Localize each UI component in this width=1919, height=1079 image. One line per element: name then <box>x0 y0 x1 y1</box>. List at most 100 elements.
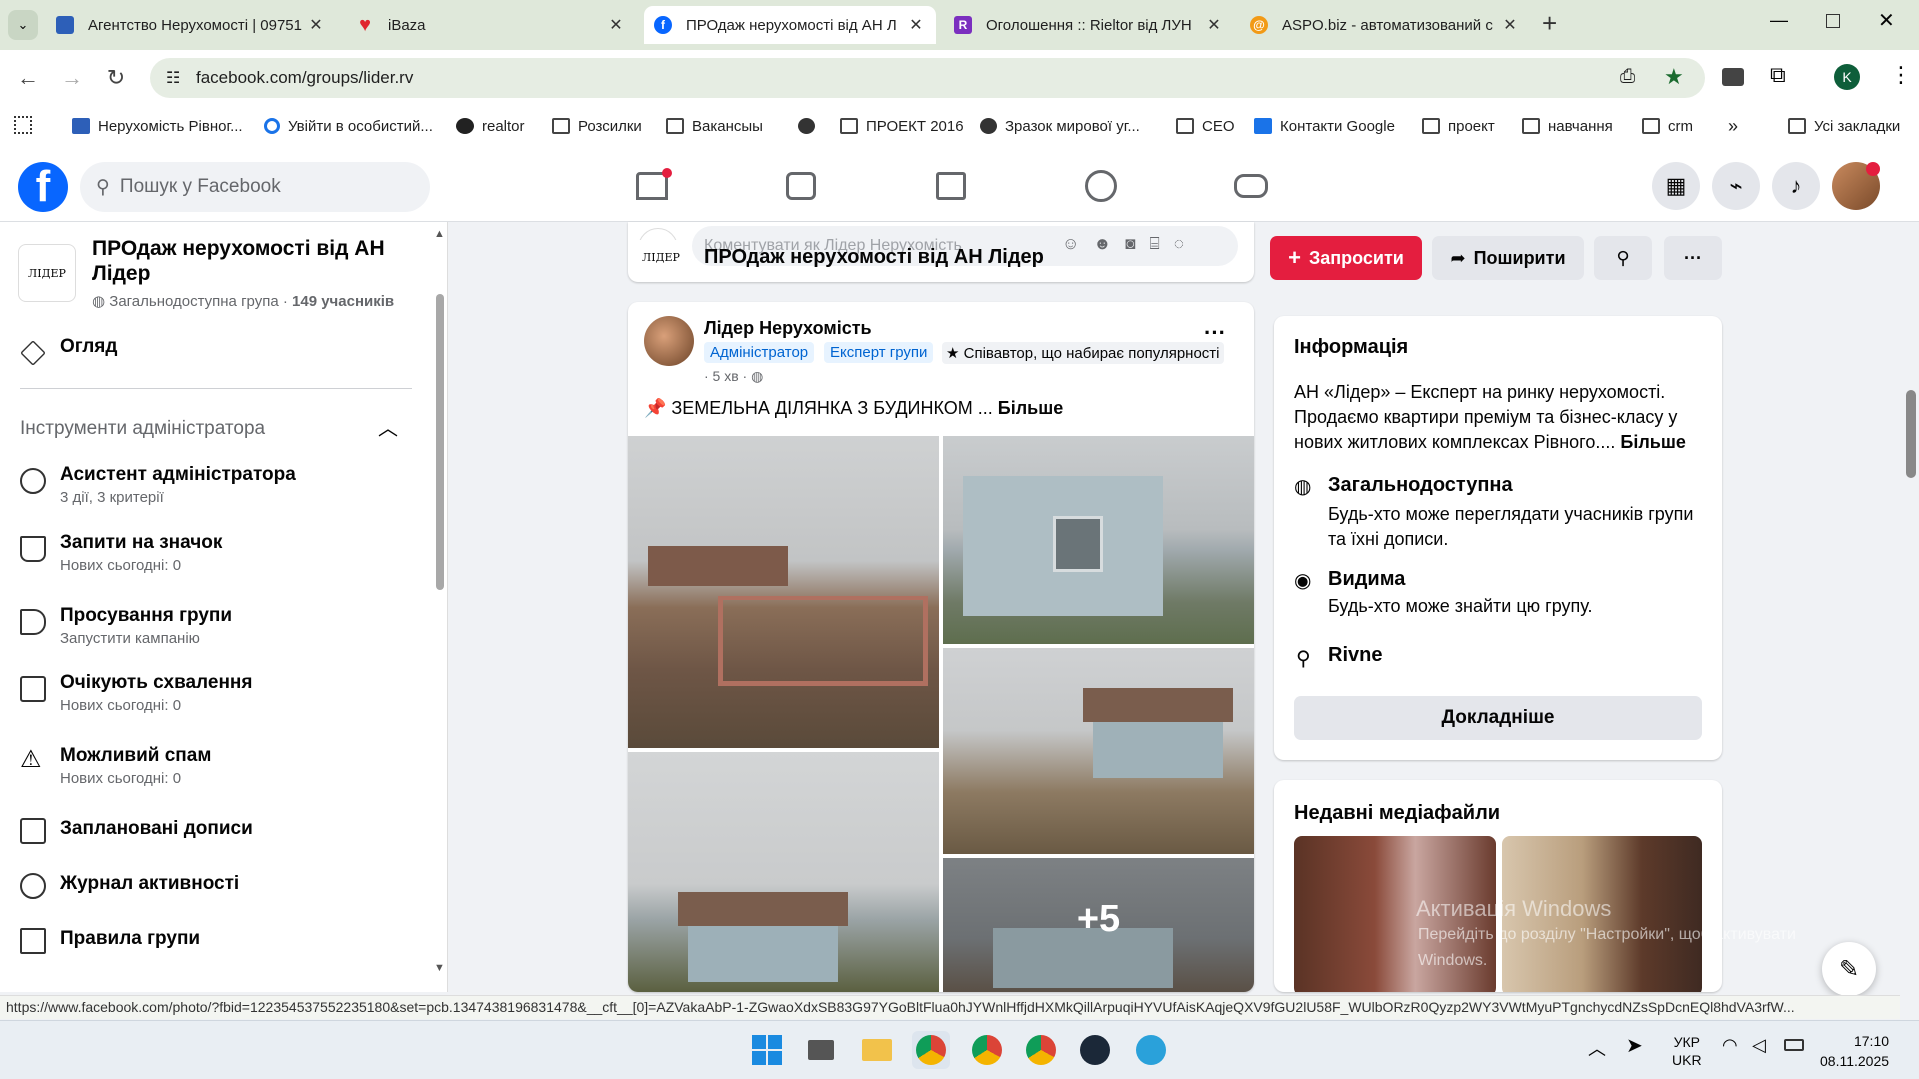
install-app-icon[interactable]: ⎙ <box>1620 66 1635 88</box>
collapse-chevron-icon[interactable]: ︿ <box>378 412 398 441</box>
bookmark-9[interactable]: Контакти Google <box>1254 112 1395 140</box>
extensions-menu-icon[interactable] <box>1722 68 1744 86</box>
video-icon[interactable] <box>786 172 816 200</box>
window-close-button[interactable]: ✕ <box>1878 8 1895 33</box>
file-explorer-icon[interactable] <box>858 1031 896 1069</box>
bookmark-5[interactable] <box>798 112 823 140</box>
post-time[interactable]: · 5 хв · ◍ <box>704 368 763 385</box>
post-photo-5[interactable]: +5 <box>943 858 1254 992</box>
overview-item[interactable]: Огляд <box>20 336 117 366</box>
tab-ibaza[interactable]: ♥ iBaza ✕ <box>346 6 636 44</box>
scroll-down-arrow-icon[interactable]: ▼ <box>434 962 445 974</box>
scroll-up-arrow-icon[interactable]: ▲ <box>434 228 445 240</box>
messenger-button[interactable]: ⌁ <box>1712 162 1760 210</box>
admin-item-rules[interactable]: Правила групи <box>20 928 200 954</box>
site-info-icon[interactable]: ☷ <box>166 68 180 88</box>
minimize-button[interactable]: — <box>1770 10 1788 31</box>
keyboard-language[interactable]: УКР UKR <box>1672 1033 1702 1069</box>
group-logo[interactable]: ЛІДЕР <box>18 244 76 302</box>
more-photos-count[interactable]: +5 <box>943 898 1254 941</box>
author-avatar[interactable] <box>644 316 694 366</box>
bookmark-11[interactable]: навчання <box>1522 112 1613 140</box>
admin-item-promote[interactable]: Просування групи Запустити кампанію <box>20 605 232 647</box>
tab-search-button[interactable]: ⌄ <box>8 10 38 40</box>
chrome-icon[interactable] <box>1022 1031 1060 1069</box>
profile-avatar[interactable]: K <box>1834 64 1860 90</box>
admin-item-scheduled[interactable]: Заплановані дописи <box>20 818 253 844</box>
task-view-icon[interactable] <box>802 1031 840 1069</box>
telegram-tray-icon[interactable]: ➤ <box>1626 1033 1643 1058</box>
menu-grid-button[interactable]: ▦ <box>1652 162 1700 210</box>
admin-item-badges[interactable]: Запити на значок Нових сьогодні: 0 <box>20 532 222 574</box>
back-button[interactable]: ← <box>12 62 44 94</box>
bookmark-12[interactable]: crm <box>1642 112 1693 140</box>
telegram-icon[interactable] <box>1132 1031 1170 1069</box>
chrome-icon[interactable] <box>912 1031 950 1069</box>
tab-aspo[interactable]: @ ASPO.biz - автоматизований с ✕ <box>1240 6 1530 44</box>
see-more-link[interactable]: Більше <box>998 398 1063 418</box>
close-icon[interactable]: ✕ <box>1204 15 1224 35</box>
post-menu-icon[interactable]: ··· <box>1204 320 1226 346</box>
admin-item-pending[interactable]: Очікують схвалення Нових сьогодні: 0 <box>20 672 253 714</box>
post-photo-3[interactable] <box>943 648 1254 854</box>
gaming-icon[interactable] <box>1234 174 1268 198</box>
battery-icon[interactable] <box>1784 1039 1804 1051</box>
chrome-icon[interactable] <box>968 1031 1006 1069</box>
bookmark-3[interactable]: Розсилки <box>552 112 642 140</box>
bookmark-10[interactable]: проект <box>1422 112 1495 140</box>
comment-tools-icons[interactable]: ☺☻◙⌸◌ <box>1062 234 1198 254</box>
info-more-link[interactable]: Більше <box>1620 432 1685 452</box>
close-icon[interactable]: ✕ <box>306 15 326 35</box>
admin-item-spam[interactable]: ⚠ Можливий спам Нових сьогодні: 0 <box>20 745 211 787</box>
group-name[interactable]: ПРОдаж нерухомості від АН Лідер <box>92 236 392 286</box>
notifications-button[interactable]: ♪ <box>1772 162 1820 210</box>
bookmark-4[interactable]: Вакансыы <box>666 112 763 140</box>
puzzle-icon[interactable]: ⧉ <box>1770 62 1786 88</box>
forward-button[interactable]: → <box>56 62 88 94</box>
more-options-button[interactable]: ··· <box>1664 236 1722 280</box>
bookmark-0[interactable]: Нерухомість Рівног... <box>72 112 243 140</box>
close-icon[interactable]: ✕ <box>1500 15 1520 35</box>
address-bar[interactable]: ☷ facebook.com/groups/lider.rv ⎙ ★ <box>150 58 1705 98</box>
group-search-button[interactable]: ⚲ <box>1594 236 1652 280</box>
windows-start-icon[interactable] <box>748 1031 786 1069</box>
bookmark-7[interactable]: Зразок мирової уг... <box>980 112 1140 140</box>
share-button[interactable]: ➦ Поширити <box>1432 236 1584 280</box>
reload-button[interactable]: ↻ <box>100 62 132 94</box>
bookmarks-overflow-button[interactable]: » <box>1728 112 1738 140</box>
post-author[interactable]: Лідер Нерухомість <box>704 318 872 339</box>
bookmark-6[interactable]: ПРОЕКТ 2016 <box>840 112 964 140</box>
apps-icon[interactable] <box>14 116 32 134</box>
bookmark-8[interactable]: CEO <box>1176 112 1235 140</box>
badge-admin[interactable]: Адміністратор <box>704 342 815 363</box>
all-bookmarks[interactable]: Усі закладки <box>1788 112 1900 140</box>
tab-rieltor[interactable]: R Оголошення :: Rieltor від ЛУН ✕ <box>944 6 1234 44</box>
tab-facebook-group[interactable]: f ПРОдаж нерухомості від АН Л ✕ <box>644 6 936 44</box>
browser-menu-icon[interactable]: ⋮ <box>1890 62 1912 88</box>
bookmark-2[interactable]: realtor <box>456 112 525 140</box>
tab-agency[interactable]: Агентство Нерухомості | 09751 ✕ <box>46 6 336 44</box>
post-photo-1[interactable] <box>628 436 939 748</box>
marketplace-icon[interactable] <box>936 172 966 200</box>
star-icon[interactable]: ★ <box>1664 64 1684 90</box>
invite-button[interactable]: + Запросити <box>1270 236 1422 280</box>
badge-expert[interactable]: Експерт групи <box>824 342 934 363</box>
admin-item-activity[interactable]: Журнал активності <box>20 873 239 899</box>
close-icon[interactable]: ✕ <box>906 15 926 35</box>
badge-rising-contributor[interactable]: ★ Співавтор, що набирає популярності <box>942 342 1224 364</box>
admin-item-assistant[interactable]: Асистент адміністратора 3 дії, 3 критерії <box>20 464 296 506</box>
compose-button[interactable]: ✎ <box>1822 942 1876 996</box>
steam-icon[interactable] <box>1076 1031 1114 1069</box>
post-photo-2[interactable] <box>943 436 1254 644</box>
page-scrollbar[interactable] <box>1906 390 1916 478</box>
facebook-logo[interactable]: f <box>18 162 68 212</box>
groups-icon[interactable] <box>1085 170 1117 202</box>
new-tab-button[interactable]: + <box>1542 8 1557 39</box>
bookmark-1[interactable]: Увійти в особистий... <box>264 112 433 140</box>
close-icon[interactable]: ✕ <box>606 15 626 35</box>
sticky-group-name[interactable]: ПРОдаж нерухомості від АН Лідер <box>704 246 1044 269</box>
tray-chevron-icon[interactable]: ︿ <box>1588 1035 1606 1061</box>
volume-icon[interactable]: ◁ <box>1752 1035 1766 1056</box>
post-photo-4[interactable] <box>628 752 939 992</box>
maximize-button[interactable] <box>1826 14 1840 28</box>
